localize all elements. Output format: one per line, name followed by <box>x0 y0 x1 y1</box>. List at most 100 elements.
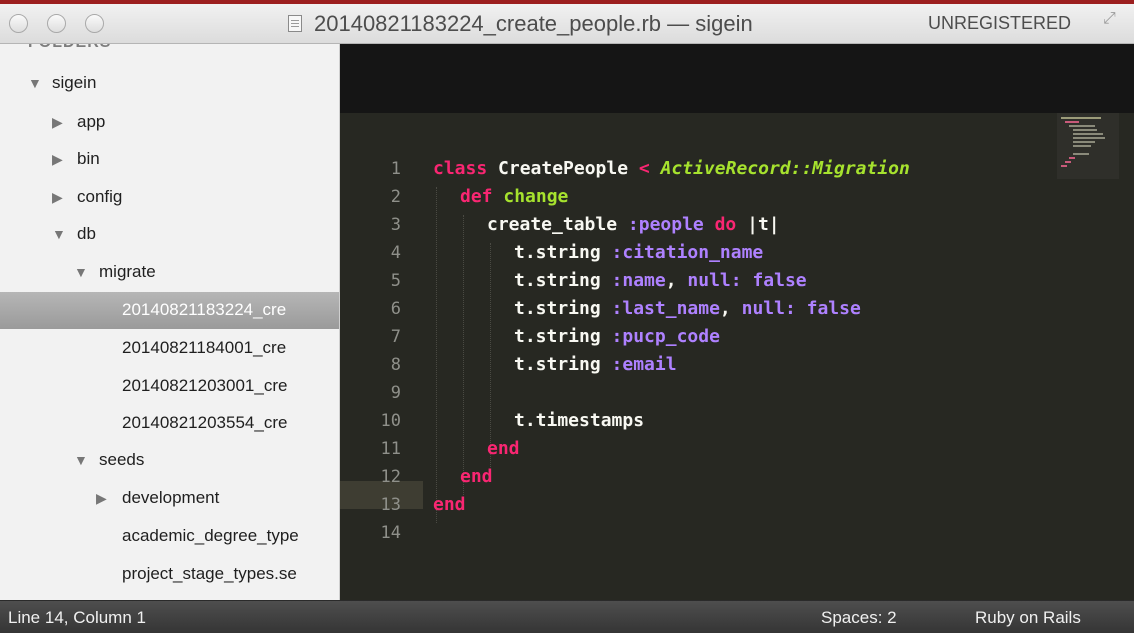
sidebar-item-app[interactable]: ▶ app <box>0 104 339 141</box>
minimize-icon[interactable] <box>47 14 66 33</box>
code-token: create_table <box>487 214 628 235</box>
minimap-line <box>1061 117 1101 119</box>
line-number: 14 <box>380 523 401 543</box>
superclass-token: ActiveRecord::Migration <box>649 158 910 179</box>
code-token: t.string <box>514 242 612 263</box>
code-token: , <box>665 270 688 291</box>
folders-header: FOLDERS <box>28 44 111 52</box>
disclosure-closed-icon[interactable]: ▶ <box>52 151 63 168</box>
code-line-13: end <box>433 491 466 519</box>
line-number: 6 <box>390 299 401 319</box>
code-line-7: t.string :pucp_code <box>514 323 720 351</box>
minimap[interactable] <box>1057 113 1119 179</box>
keyword-token: class <box>433 158 488 179</box>
sidebar-item-label: app <box>77 112 106 131</box>
sidebar-file[interactable]: 20140821184001_cre <box>0 330 339 367</box>
sidebar-file[interactable]: academic_degree_type <box>0 518 339 555</box>
minimap-line <box>1073 145 1091 147</box>
disclosure-closed-icon[interactable]: ▶ <box>52 114 63 131</box>
sidebar-item-label: academic_degree_type <box>122 526 299 545</box>
sidebar-item-label: migrate <box>99 262 156 281</box>
code-line-4: t.string :citation_name <box>514 239 763 267</box>
sidebar-file[interactable]: 20140821203001_cre <box>0 368 339 405</box>
sidebar-item-label: 20140821183224_cre <box>122 300 287 319</box>
class-name-token: CreatePeople <box>487 158 639 179</box>
line-number: 1 <box>390 159 401 179</box>
close-icon[interactable] <box>9 14 28 33</box>
code-line-2: def change <box>460 183 568 211</box>
line-number: 5 <box>390 271 401 291</box>
indent-guide <box>436 187 437 523</box>
fullscreen-icon[interactable]: ⤢ <box>1103 10 1116 28</box>
title-bar: 20140821183224_create_people.rb — sigein… <box>0 4 1134 44</box>
code-area[interactable]: class CreatePeople < ActiveRecord::Migra… <box>433 113 1053 600</box>
sidebar-item-label: db <box>77 224 96 243</box>
sidebar-item-db[interactable]: ▼ db <box>0 216 339 253</box>
line-number: 3 <box>390 215 401 235</box>
operator-token: < <box>638 158 650 179</box>
method-name-token: change <box>492 186 569 207</box>
minimap-line <box>1065 161 1071 163</box>
disclosure-open-icon[interactable]: ▼ <box>28 75 42 91</box>
sidebar-item-label: development <box>122 488 220 507</box>
code-line-6: t.string :last_name, null: false <box>514 295 861 323</box>
minimap-line <box>1069 157 1075 159</box>
minimap-line <box>1073 133 1103 135</box>
code-line-8: t.string :email <box>514 351 677 379</box>
sidebar-item-seeds[interactable]: ▼ seeds <box>0 442 339 479</box>
line-number-gutter: 1 2 3 4 5 6 7 8 9 10 11 12 13 14 <box>340 113 423 600</box>
code-token: t.string <box>514 298 612 319</box>
code-token: , <box>719 298 742 319</box>
code-line-10: t.timestamps <box>514 407 644 435</box>
line-number: 9 <box>390 383 401 403</box>
disclosure-open-icon[interactable]: ▼ <box>52 226 66 242</box>
sidebar-file[interactable]: 20140821203554_cre <box>0 405 339 442</box>
window-title: 20140821183224_create_people.rb — sigein <box>314 11 753 36</box>
code-line-5: t.string :name, null: false <box>514 267 807 295</box>
keyword-token: do <box>703 214 748 235</box>
line-number: 2 <box>390 187 401 207</box>
sidebar-item-migrate[interactable]: ▼ migrate <box>0 254 339 291</box>
line-number: 7 <box>390 327 401 347</box>
disclosure-closed-icon[interactable]: ▶ <box>52 189 63 206</box>
symbol-token: :last_name <box>611 298 720 319</box>
keyword-token: def <box>460 186 493 207</box>
unregistered-label: UNREGISTERED <box>928 13 1072 33</box>
keyword-token: end <box>487 438 520 459</box>
zoom-icon[interactable] <box>85 14 104 33</box>
sidebar-item-label: 20140821184001_cre <box>122 338 287 357</box>
symbol-token: null: false <box>687 270 807 291</box>
document-icon <box>288 15 302 32</box>
sidebar-item-development[interactable]: ▶ development <box>0 480 339 517</box>
disclosure-open-icon[interactable]: ▼ <box>74 264 88 280</box>
code-editor[interactable]: 1 2 3 4 5 6 7 8 9 10 11 12 13 14 class C… <box>340 44 1134 600</box>
sidebar-item-label: project_stage_types.se <box>122 564 297 583</box>
syntax-selector[interactable]: Ruby on Rails <box>975 608 1081 628</box>
symbol-token: :pucp_code <box>611 326 720 347</box>
sidebar-item-sigein[interactable]: ▼ sigein <box>0 65 339 102</box>
indent-guide <box>463 215 464 495</box>
sidebar-item-bin[interactable]: ▶ bin <box>0 141 339 178</box>
line-number: 13 <box>380 495 401 515</box>
minimap-line <box>1073 129 1097 131</box>
block-param-token: |t| <box>747 214 780 235</box>
sidebar-item-label: 20140821203554_cre <box>122 413 288 432</box>
sidebar-file-selected[interactable]: 20140821183224_cre <box>0 292 339 329</box>
sidebar-file[interactable]: project_stage_types.se <box>0 556 339 593</box>
line-number: 10 <box>380 411 401 431</box>
minimap-line <box>1065 121 1079 123</box>
symbol-token: :email <box>611 354 677 375</box>
minimap-line <box>1073 137 1105 139</box>
disclosure-open-icon[interactable]: ▼ <box>74 452 88 468</box>
sidebar-item-label: bin <box>77 149 100 168</box>
disclosure-closed-icon[interactable]: ▶ <box>96 490 107 507</box>
minimap-line <box>1073 153 1089 155</box>
status-bar: Line 14, Column 1 Spaces: 2 Ruby on Rail… <box>0 600 1134 633</box>
sidebar-item-config[interactable]: ▶ config <box>0 179 339 216</box>
indentation-selector[interactable]: Spaces: 2 <box>821 608 897 628</box>
cursor-position: Line 14, Column 1 <box>8 608 146 627</box>
sidebar-item-label: 20140821203001_cre <box>122 376 288 395</box>
editor-tab-bar <box>340 44 1134 113</box>
symbol-token: :people <box>627 214 704 235</box>
code-token: t.string <box>514 270 612 291</box>
